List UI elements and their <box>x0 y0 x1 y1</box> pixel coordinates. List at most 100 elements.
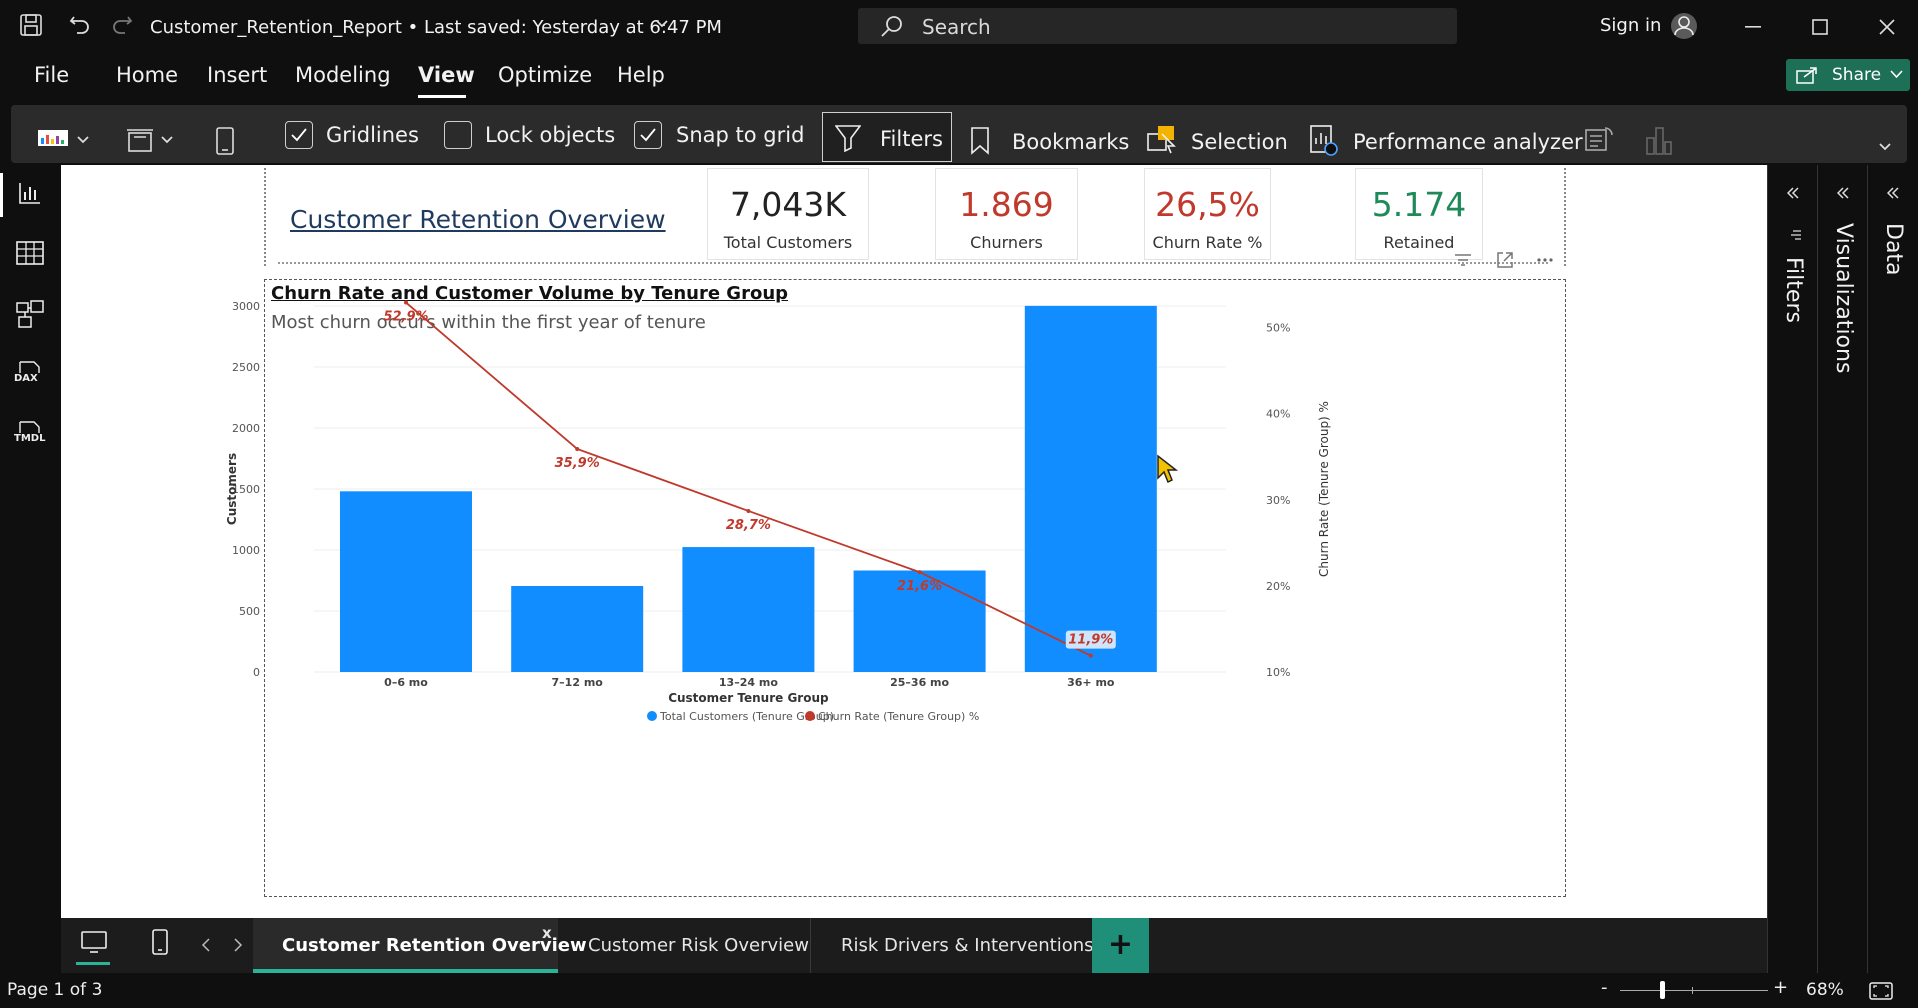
kpi-card-churn-rate[interactable]: 26,5% Churn Rate % <box>1144 168 1271 260</box>
zoom-slider-thumb[interactable] <box>1660 981 1666 999</box>
data-pane[interactable]: Data <box>1867 165 1918 973</box>
page-view-icon[interactable] <box>126 128 154 154</box>
y-axis-title: Customers <box>225 453 239 525</box>
chevron-down-icon[interactable] <box>160 135 174 145</box>
expand-visualizations-icon[interactable] <box>1837 187 1849 199</box>
dax-label: DAX <box>14 373 38 384</box>
filters-pane-label: Filters <box>1781 257 1806 323</box>
kpi-label: Churn Rate % <box>1152 233 1263 252</box>
menu-view[interactable]: View <box>418 63 475 87</box>
zoom-slider-track[interactable] <box>1620 990 1768 991</box>
menu-modeling[interactable]: Modeling <box>295 63 391 87</box>
mobile-layout-icon[interactable] <box>151 928 169 956</box>
page-tab-active[interactable]: Customer Retention Overview x <box>253 918 587 973</box>
menu-help[interactable]: Help <box>617 63 665 87</box>
share-button[interactable]: Share <box>1786 59 1910 91</box>
maximize-icon[interactable] <box>1812 19 1828 35</box>
y-tick-label: 3000 <box>232 300 260 313</box>
lock-objects-label[interactable]: Lock objects <box>485 123 615 147</box>
kpi-card-churners[interactable]: 1.869 Churners <box>935 168 1078 260</box>
next-page-icon[interactable] <box>233 938 243 952</box>
gridlines-label[interactable]: Gridlines <box>326 123 419 147</box>
sign-in-link[interactable]: Sign in <box>1600 15 1661 36</box>
previous-page-icon[interactable] <box>201 938 211 952</box>
selection-label[interactable]: Selection <box>1191 130 1288 154</box>
fit-to-page-icon[interactable] <box>1869 981 1893 1001</box>
visual-filter-icon[interactable] <box>1454 253 1472 267</box>
y2-tick-label: 30% <box>1266 494 1290 507</box>
page-tab[interactable]: Customer Risk Overview <box>560 918 810 973</box>
bookmark-icon[interactable] <box>970 126 990 156</box>
performance-analyzer-icon[interactable] <box>1309 124 1339 156</box>
gridlines-checkbox[interactable] <box>285 121 313 149</box>
desktop-layout-icon[interactable] <box>80 930 108 954</box>
y-tick-label: 500 <box>239 605 260 618</box>
view-switcher: DAX TMDL <box>0 165 61 973</box>
x-tick-label: 36+ mo <box>1067 676 1115 689</box>
mouse-cursor-icon <box>1156 454 1178 484</box>
kpi-card-total-customers[interactable]: 7,043K Total Customers <box>707 168 869 260</box>
add-page-button[interactable]: + <box>1092 918 1149 973</box>
share-label: Share <box>1832 65 1882 85</box>
menu-home[interactable]: Home <box>116 63 178 87</box>
undo-icon[interactable] <box>68 13 92 37</box>
chevron-down-icon[interactable] <box>76 135 90 145</box>
search-placeholder: Search <box>922 15 991 39</box>
filter-icon <box>835 124 861 152</box>
layout-active-indicator <box>76 962 110 965</box>
kpi-card-retained[interactable]: 5.174 Retained <box>1355 168 1483 260</box>
lock-objects-checkbox[interactable] <box>444 121 472 149</box>
performance-analyzer-label[interactable]: Performance analyzer <box>1353 130 1583 154</box>
tmdl-view-icon[interactable]: TMDL <box>14 421 45 447</box>
data-pane-label: Data <box>1881 223 1906 276</box>
table-view-icon[interactable] <box>16 241 44 265</box>
menu-file[interactable]: File <box>34 63 69 87</box>
page-tab[interactable]: Risk Drivers & Interventions <box>812 918 1094 973</box>
x-tick-label: 25–36 mo <box>890 676 949 689</box>
filters-button[interactable]: Filters <box>822 112 952 162</box>
kpi-label: Total Customers <box>723 233 853 252</box>
save-icon[interactable] <box>20 14 42 36</box>
y2-tick-label: 20% <box>1266 580 1290 593</box>
selection-icon[interactable] <box>1146 124 1178 156</box>
search-box[interactable]: Search <box>858 8 1457 44</box>
menu-insert[interactable]: Insert <box>207 63 267 87</box>
y2-axis-title: Churn Rate (Tenure Group) % <box>1317 401 1331 577</box>
chart-options-icon[interactable] <box>1645 124 1673 156</box>
redo-icon[interactable] <box>110 13 134 37</box>
zoom-slider-center-tick <box>1692 987 1693 994</box>
chevron-down-icon[interactable] <box>655 19 669 29</box>
minimize-icon[interactable] <box>1745 26 1761 28</box>
visualizations-pane[interactable]: Visualizations <box>1817 165 1868 973</box>
zoom-in-button[interactable]: + <box>1773 977 1788 998</box>
close-page-icon[interactable]: x <box>542 906 552 961</box>
sync-slicers-icon[interactable] <box>1583 124 1615 156</box>
bookmarks-label[interactable]: Bookmarks <box>1012 130 1129 154</box>
dax-query-view-icon[interactable]: DAX <box>14 361 44 387</box>
more-options-icon[interactable] <box>1536 257 1554 263</box>
focus-mode-icon[interactable] <box>1496 251 1514 269</box>
snap-to-grid-label[interactable]: Snap to grid <box>676 123 804 147</box>
line-point <box>575 446 580 451</box>
filters-pane[interactable]: Filters <box>1767 165 1818 973</box>
expand-filters-icon[interactable] <box>1787 187 1799 199</box>
mobile-layout-icon[interactable] <box>215 126 235 156</box>
account-icon[interactable] <box>1670 12 1698 40</box>
expand-data-icon[interactable] <box>1887 187 1899 199</box>
close-icon[interactable] <box>1879 19 1895 35</box>
line-point <box>1088 653 1093 658</box>
zoom-out-button[interactable]: - <box>1601 977 1608 998</box>
x-tick-label: 13–24 mo <box>719 676 778 689</box>
model-view-icon[interactable] <box>16 300 44 328</box>
y-tick-label: 2500 <box>232 361 260 374</box>
menu-optimize[interactable]: Optimize <box>498 63 592 87</box>
theme-icon[interactable] <box>38 128 72 148</box>
y-tick-label: 0 <box>253 666 260 679</box>
bar <box>511 585 644 672</box>
report-view-icon[interactable] <box>18 181 42 205</box>
ribbon-collapse-icon[interactable] <box>1878 142 1892 152</box>
line-point <box>746 508 751 513</box>
snap-to-grid-checkbox[interactable] <box>634 121 662 149</box>
status-bar: Page 1 of 3 - + 68% <box>0 973 1918 1008</box>
filter-lines-icon <box>1789 229 1801 241</box>
